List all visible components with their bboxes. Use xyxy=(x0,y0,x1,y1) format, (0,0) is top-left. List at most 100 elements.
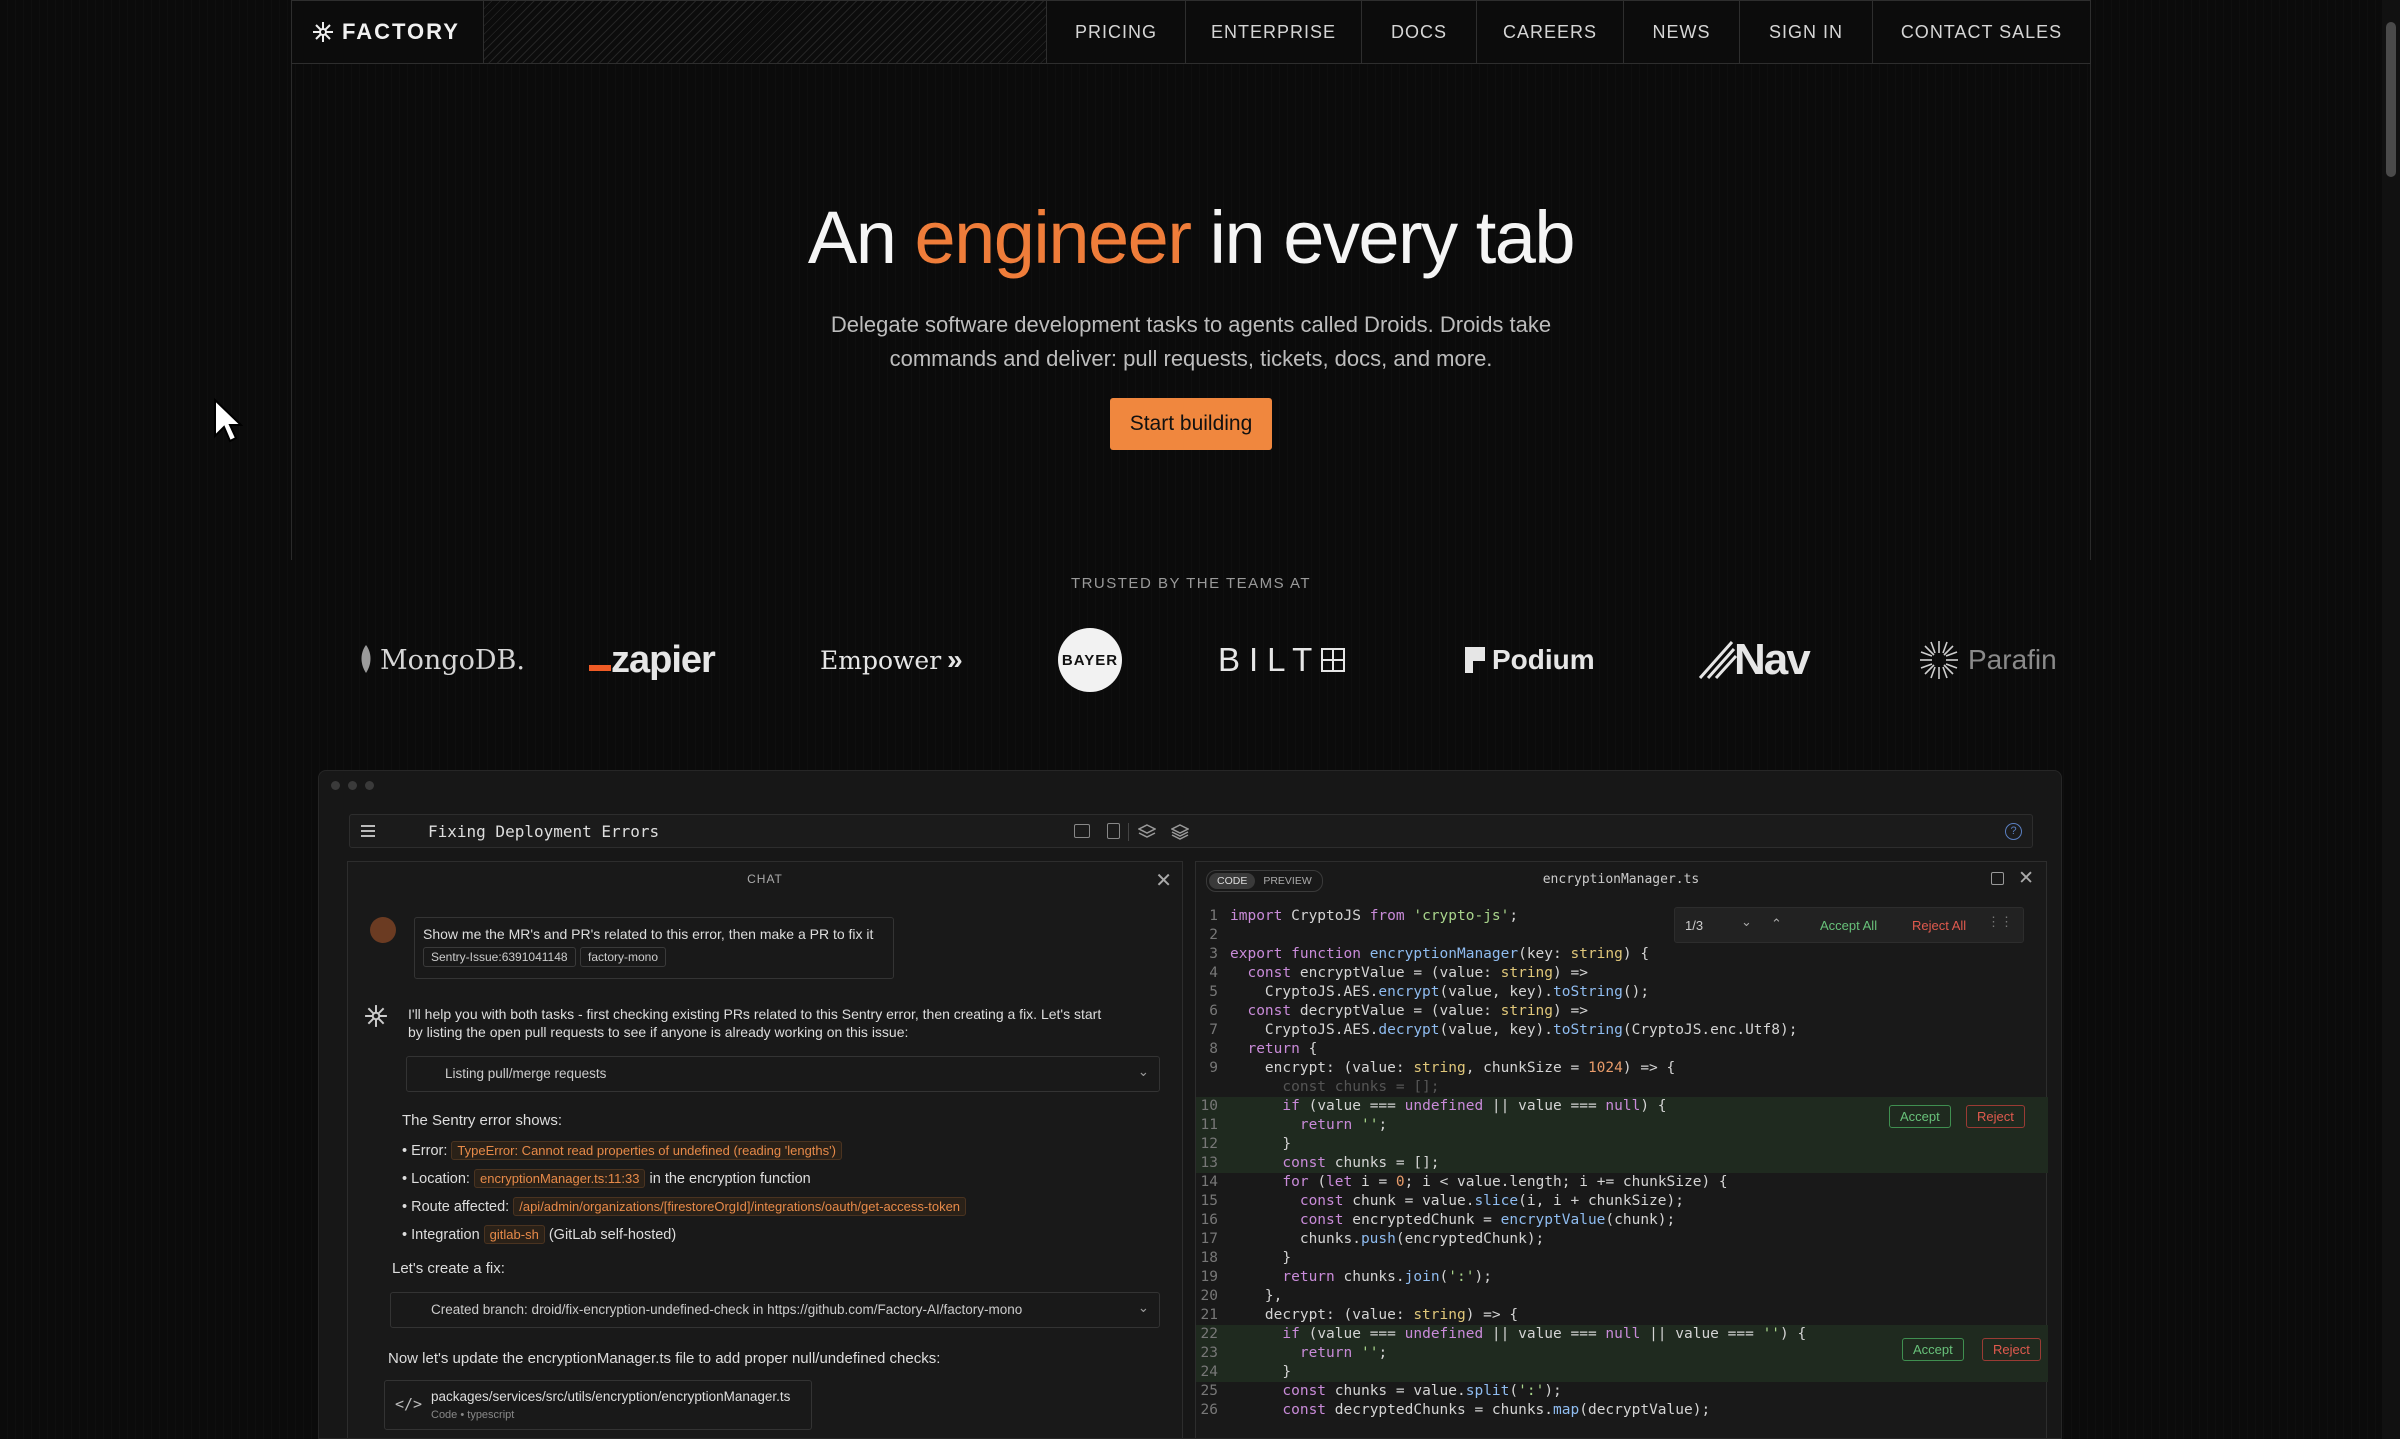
stack-icon[interactable] xyxy=(1171,823,1189,841)
logo-podium: Podium xyxy=(1463,630,1595,690)
reject-hunk-1-button[interactable]: Reject xyxy=(1966,1105,2025,1128)
bullet-integration-label: Integration xyxy=(411,1227,480,1243)
scrollbar-thumb[interactable] xyxy=(2386,22,2396,177)
nav-contact-sales[interactable]: CONTACT SALES xyxy=(1873,1,2090,63)
sentry-issue-chip[interactable]: Sentry-Issue:6391041148 xyxy=(423,947,576,967)
sentry-bullets: • Error: TypeError: Cannot read properti… xyxy=(402,1137,967,1249)
tool-call-list-prs[interactable]: Listing pull/merge requests ⌄ xyxy=(406,1056,1160,1092)
layers-icon[interactable] xyxy=(1138,823,1156,841)
bullet-error-tag: TypeError: Cannot read properties of und… xyxy=(451,1141,842,1160)
nav-docs[interactable]: DOCS xyxy=(1362,1,1477,63)
podium-flag-icon xyxy=(1465,647,1485,673)
top-nav: FACTORY PRICING ENTERPRISE DOCS CAREERS … xyxy=(291,0,2091,64)
toolbar-divider xyxy=(1128,823,1129,841)
logo-parafin: Parafin xyxy=(1918,630,2057,690)
zapier-underscore-icon xyxy=(589,665,611,671)
droid-snowflake-icon xyxy=(365,1005,387,1027)
logo-bilt-text: BILT xyxy=(1218,641,1322,678)
bullet-location-label: Location: xyxy=(411,1171,470,1187)
chat-panel-icon[interactable] xyxy=(1074,824,1090,838)
fix-heading: Let's create a fix: xyxy=(392,1260,505,1277)
reject-hunk-2-button[interactable]: Reject xyxy=(1982,1338,2041,1361)
session-title: Fixing Deployment Errors xyxy=(428,822,660,841)
logo-mongodb-text: MongoDB. xyxy=(380,644,525,676)
logo-mongodb: MongoDB. xyxy=(358,630,525,690)
code-panel: CODE PREVIEW encryptionManager.ts ✕ 1/3 … xyxy=(1195,861,2048,1438)
logo-empower-text: Empower xyxy=(820,645,942,675)
user-message: Show me the MR's and PR's related to thi… xyxy=(414,917,894,979)
hero-section: An engineer in every tab Delegate softwa… xyxy=(0,195,2382,450)
file-card[interactable]: </> packages/services/src/utils/encrypti… xyxy=(384,1380,812,1430)
accept-hunk-2-button[interactable]: Accept xyxy=(1902,1338,1964,1361)
chat-header: CHAT xyxy=(747,872,783,886)
parafin-sunburst-icon xyxy=(1920,641,1958,679)
copy-icon[interactable] xyxy=(1991,872,2004,885)
logo-bayer-text: BAYER xyxy=(1061,651,1119,669)
close-chat-icon[interactable]: ✕ xyxy=(1155,868,1172,893)
logo-empower: Empower » xyxy=(820,630,963,690)
tool-call-create-branch-label: Created branch: droid/fix-encryption-und… xyxy=(431,1302,1023,1317)
logo-bayer: BAYER xyxy=(1058,628,1122,692)
close-code-icon[interactable]: ✕ xyxy=(2018,867,2034,890)
logo-zapier: zapier xyxy=(589,630,716,690)
help-icon[interactable]: ? xyxy=(2005,823,2022,840)
brand-name: FACTORY xyxy=(342,19,460,44)
nav-news[interactable]: NEWS xyxy=(1624,1,1740,63)
bullet-integration: • Integration gitlab-sh (GitLab self-hos… xyxy=(402,1225,677,1244)
mongodb-leaf-icon xyxy=(361,645,371,673)
bullet-integration-after: (GitLab self-hosted) xyxy=(548,1227,677,1243)
bullet-error-label: Error: xyxy=(411,1143,448,1159)
app-topbar: Fixing Deployment Errors ? xyxy=(349,814,2033,848)
update-text: Now let's update the encryptionManager.t… xyxy=(388,1350,941,1367)
brand-logo[interactable]: FACTORY xyxy=(292,1,484,63)
bullet-location-after: in the encryption function xyxy=(649,1171,811,1187)
hero-subtitle: Delegate software development tasks to a… xyxy=(830,312,1552,371)
nav-hatch-decoration xyxy=(484,1,1047,63)
accept-hunk-1-button[interactable]: Accept xyxy=(1889,1105,1951,1128)
page-scrollbar[interactable] xyxy=(2382,0,2400,1439)
bullet-route-tag: /api/admin/organizations/[firestoreOrgId… xyxy=(513,1197,967,1216)
tool-call-create-branch[interactable]: Created branch: droid/fix-encryption-und… xyxy=(390,1292,1160,1328)
bullet-route: • Route affected: /api/admin/organizatio… xyxy=(402,1193,967,1221)
sentry-heading: The Sentry error shows: xyxy=(402,1112,563,1129)
empower-chevron-icon: » xyxy=(947,644,963,675)
bullet-location-tag: encryptionManager.ts:11:33 xyxy=(474,1169,646,1188)
tool-call-list-prs-label: Listing pull/merge requests xyxy=(445,1066,607,1081)
trusted-label: TRUSTED BY THE TEAMS AT xyxy=(1070,575,1312,592)
hero-title-pre: An xyxy=(807,196,897,279)
hero-title-post: in every tab xyxy=(1209,196,1576,279)
bullet-error: • Error: TypeError: Cannot read properti… xyxy=(402,1137,966,1165)
logo-podium-text: Podium xyxy=(1492,644,1595,675)
factory-snowflake-icon xyxy=(313,22,333,42)
logo-nav: Nav xyxy=(1698,630,1811,690)
bilt-grid-icon xyxy=(1321,648,1346,672)
droid-reply: I'll help you with both tasks - first ch… xyxy=(408,1006,1102,1040)
hero-title: An engineer in every tab xyxy=(0,195,2382,280)
chevron-down-icon[interactable]: ⌄ xyxy=(1138,1064,1149,1080)
start-building-button[interactable]: Start building xyxy=(1109,398,1273,450)
file-path: packages/services/src/utils/encryption/e… xyxy=(431,1389,791,1404)
nav-sign-in[interactable]: SIGN IN xyxy=(1740,1,1873,63)
document-icon[interactable] xyxy=(1107,823,1120,839)
file-meta: Code • typescript xyxy=(431,1409,515,1421)
nav-careers[interactable]: CAREERS xyxy=(1477,1,1624,63)
chevron-down-icon[interactable]: ⌄ xyxy=(1138,1300,1149,1316)
code-icon: </> xyxy=(395,1395,423,1413)
nav-pricing[interactable]: PRICING xyxy=(1047,1,1186,63)
nav-enterprise[interactable]: ENTERPRISE xyxy=(1186,1,1362,63)
chat-panel: CHAT ✕ Show me the MR's and PR's related… xyxy=(347,861,1183,1438)
repo-chip[interactable]: factory-mono xyxy=(580,947,667,967)
logo-zapier-text: zapier xyxy=(611,638,716,681)
hero-title-accent: engineer xyxy=(914,196,1192,279)
app-preview-window: Fixing Deployment Errors ? CHAT ✕ Show m… xyxy=(318,770,2062,1439)
user-message-text: Show me the MR's and PR's related to thi… xyxy=(423,926,874,942)
logo-bilt: BILT xyxy=(1218,630,1346,690)
bullet-route-label: Route affected: xyxy=(411,1199,510,1215)
user-avatar xyxy=(370,917,396,943)
window-dots xyxy=(331,781,374,790)
logo-nav-text: Nav xyxy=(1734,635,1811,684)
code-filename: encryptionManager.ts xyxy=(1542,872,1700,887)
logo-parafin-text: Parafin xyxy=(1968,644,2057,675)
menu-icon[interactable] xyxy=(360,824,376,838)
bullet-integration-tag: gitlab-sh xyxy=(483,1225,545,1244)
